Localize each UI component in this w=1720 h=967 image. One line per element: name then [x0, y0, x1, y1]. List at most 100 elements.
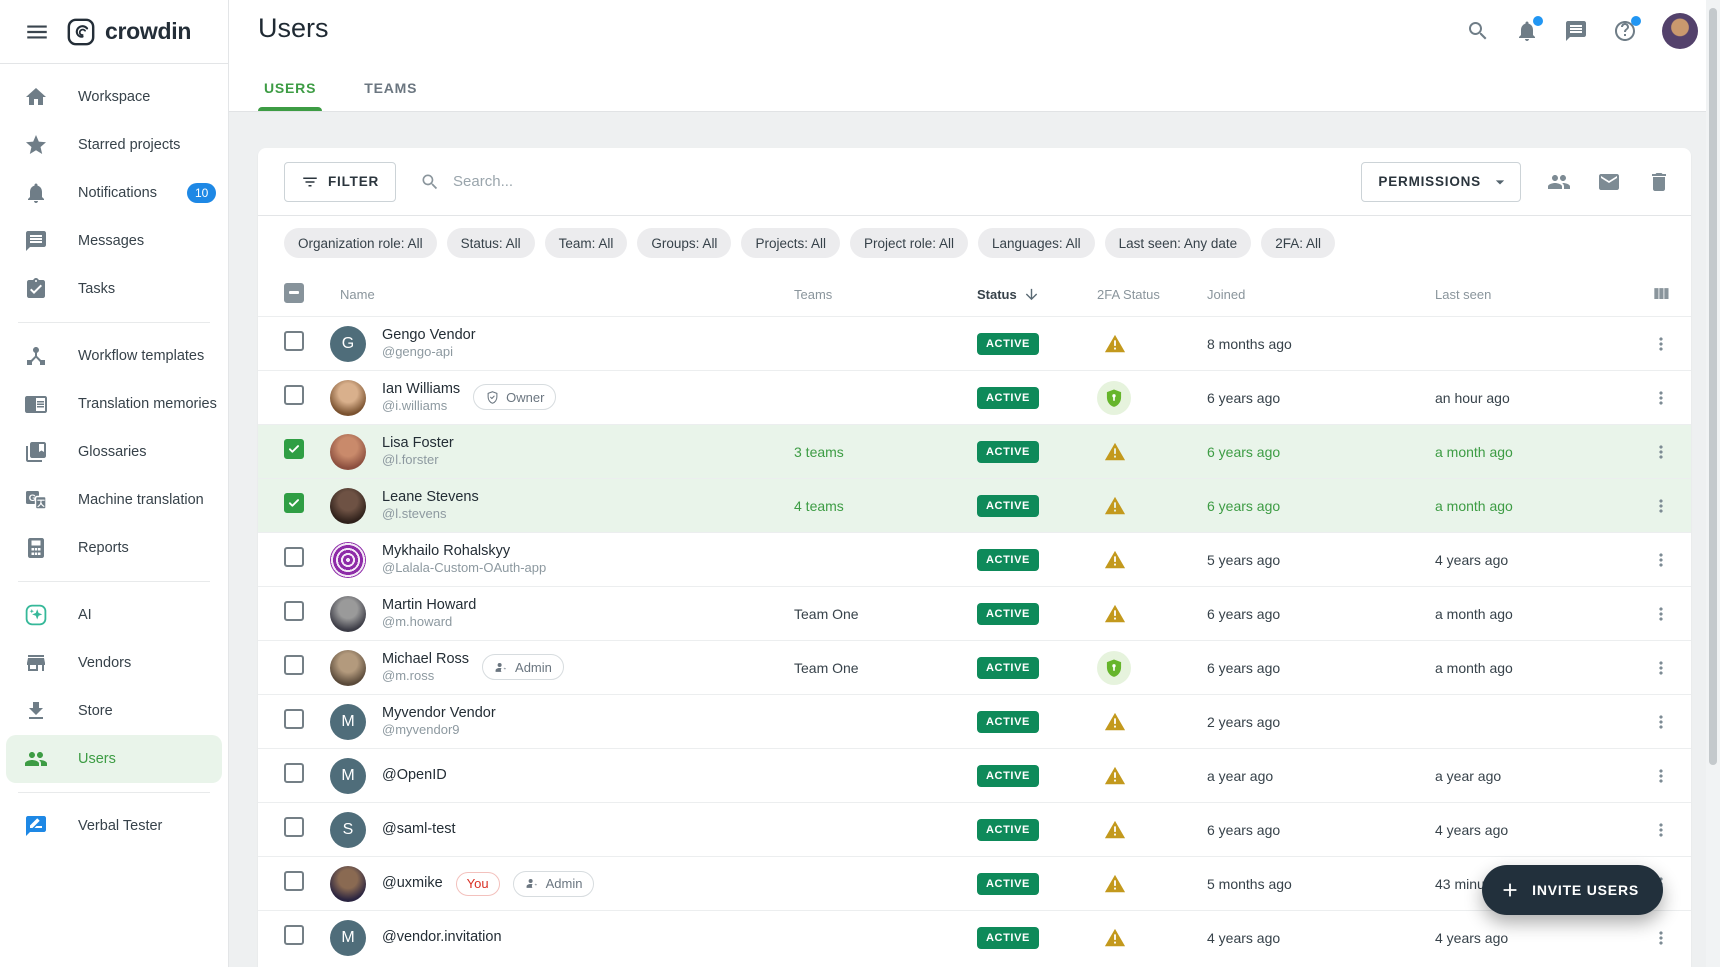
user-name[interactable]: @saml-test — [382, 820, 456, 839]
row-menu-icon[interactable] — [1651, 442, 1671, 462]
row-menu-icon[interactable] — [1651, 658, 1671, 678]
filter-chip-organization-role[interactable]: Organization role: All — [284, 228, 437, 258]
table-row[interactable]: Lisa Foster @l.forster 3 teams ACTIVE 6 … — [258, 424, 1691, 478]
row-checkbox[interactable] — [284, 601, 304, 621]
sidebar-item-starred-projects[interactable]: Starred projects — [6, 121, 222, 169]
row-checkbox[interactable] — [284, 763, 304, 783]
table-row[interactable]: M @vendor.invitation ACTIVE 4 years ago … — [258, 910, 1691, 964]
select-all-checkbox[interactable] — [284, 283, 304, 303]
user-name[interactable]: Martin Howard — [382, 596, 476, 615]
help-icon[interactable] — [1613, 19, 1637, 43]
table-row[interactable]: S @saml-test ACTIVE 6 years ago 4 years … — [258, 802, 1691, 856]
user-name[interactable]: Ian Williams — [382, 380, 460, 399]
filter-chip-project-role[interactable]: Project role: All — [850, 228, 968, 258]
search-input[interactable] — [453, 173, 1361, 190]
status-badge: ACTIVE — [977, 387, 1039, 409]
page-scrollbar[interactable] — [1706, 0, 1720, 967]
sidebar-item-users[interactable]: Users — [6, 735, 222, 783]
notifications-bell-icon[interactable] — [1515, 19, 1539, 43]
sidebar-item-ai[interactable]: AI — [6, 591, 222, 639]
sidebar-item-translation-memories[interactable]: Translation memories — [6, 380, 222, 428]
table-row[interactable]: Mykhailo Rohalskyy @Lalala-Custom-OAuth-… — [258, 532, 1691, 586]
row-menu-icon[interactable] — [1651, 334, 1671, 354]
sidebar-item-workspace[interactable]: Workspace — [6, 73, 222, 121]
table-row[interactable]: Martin Howard @m.howard Team One ACTIVE … — [258, 586, 1691, 640]
row-menu-icon[interactable] — [1651, 550, 1671, 570]
row-checkbox[interactable] — [284, 709, 304, 729]
column-header-name[interactable]: Name — [330, 287, 794, 302]
user-name[interactable]: Gengo Vendor — [382, 326, 476, 345]
user-name[interactable]: Myvendor Vendor — [382, 704, 496, 723]
sidebar-item-store[interactable]: Store — [6, 687, 222, 735]
row-menu-icon[interactable] — [1651, 496, 1671, 516]
row-menu-icon[interactable] — [1651, 820, 1671, 840]
add-to-team-icon[interactable] — [1547, 170, 1571, 194]
permissions-dropdown[interactable]: PERMISSIONS — [1361, 162, 1521, 202]
row-menu-icon[interactable] — [1651, 604, 1671, 624]
sidebar-item-verbal-tester[interactable]: Verbal Tester — [6, 802, 222, 850]
user-name[interactable]: @uxmike — [382, 874, 443, 893]
messages-icon[interactable] — [1564, 19, 1588, 43]
table-row[interactable]: Ian Williams @i.williams Owner ACTIVE 6 … — [258, 370, 1691, 424]
column-settings-icon[interactable] — [1651, 284, 1671, 304]
crowdin-logo[interactable]: crowdin — [66, 17, 191, 47]
row-menu-icon[interactable] — [1651, 712, 1671, 732]
hamburger-menu-icon[interactable] — [24, 19, 50, 45]
row-checkbox[interactable] — [284, 871, 304, 891]
filter-chip-projects[interactable]: Projects: All — [741, 228, 840, 258]
email-icon[interactable] — [1597, 170, 1621, 194]
sidebar-item-machine-translation[interactable]: G Machine translation — [6, 476, 222, 524]
filter-chip-2fa[interactable]: 2FA: All — [1261, 228, 1335, 258]
search-icon[interactable] — [1466, 19, 1490, 43]
filter-chip-team[interactable]: Team: All — [545, 228, 628, 258]
delete-icon[interactable] — [1647, 170, 1671, 194]
filter-chip-languages[interactable]: Languages: All — [978, 228, 1095, 258]
table-row[interactable]: M Myvendor Vendor @myvendor9 ACTIVE 2 ye… — [258, 694, 1691, 748]
row-checkbox[interactable] — [284, 439, 304, 459]
teams-cell[interactable]: 3 teams — [794, 444, 977, 460]
column-header-status[interactable]: Status — [977, 286, 1097, 303]
row-menu-icon[interactable] — [1651, 928, 1671, 948]
row-checkbox[interactable] — [284, 331, 304, 351]
table-row[interactable]: M @OpenID ACTIVE a year ago a year ago — [258, 748, 1691, 802]
row-checkbox[interactable] — [284, 655, 304, 675]
teams-cell[interactable]: 4 teams — [794, 498, 977, 514]
row-checkbox[interactable] — [284, 817, 304, 837]
table-row[interactable]: Leane Stevens @l.stevens 4 teams ACTIVE … — [258, 478, 1691, 532]
tab-teams[interactable]: TEAMS — [358, 80, 423, 111]
user-name[interactable]: Mykhailo Rohalskyy — [382, 542, 546, 561]
table-row[interactable]: @uxmike YouAdmin ACTIVE 5 months ago 43 … — [258, 856, 1691, 910]
column-header-teams[interactable]: Teams — [794, 287, 977, 302]
profile-avatar[interactable] — [1662, 13, 1698, 49]
sidebar-item-tasks[interactable]: Tasks — [6, 265, 222, 313]
column-header-last-seen[interactable]: Last seen — [1435, 287, 1635, 302]
sidebar-item-notifications[interactable]: Notifications 10 — [6, 169, 222, 217]
filter-button[interactable]: FILTER — [284, 162, 396, 202]
user-name[interactable]: Michael Ross — [382, 650, 469, 669]
column-header-2fa-status[interactable]: 2FA Status — [1097, 287, 1207, 302]
filter-chip-status[interactable]: Status: All — [447, 228, 535, 258]
tab-users[interactable]: USERS — [258, 80, 322, 111]
column-header-joined[interactable]: Joined — [1207, 287, 1435, 302]
table-row[interactable]: G Gengo Vendor @gengo-api ACTIVE 8 month… — [258, 316, 1691, 370]
filter-chip-groups[interactable]: Groups: All — [637, 228, 731, 258]
scrollbar-thumb[interactable] — [1709, 8, 1717, 765]
sidebar-item-vendors[interactable]: Vendors — [6, 639, 222, 687]
user-name[interactable]: Leane Stevens — [382, 488, 479, 507]
row-menu-icon[interactable] — [1651, 388, 1671, 408]
filter-chip-last-seen[interactable]: Last seen: Any date — [1105, 228, 1252, 258]
sidebar-item-glossaries[interactable]: Glossaries — [6, 428, 222, 476]
sidebar-item-messages[interactable]: Messages — [6, 217, 222, 265]
user-name[interactable]: @vendor.invitation — [382, 928, 502, 947]
row-checkbox[interactable] — [284, 493, 304, 513]
user-name[interactable]: Lisa Foster — [382, 434, 454, 453]
sidebar-item-reports[interactable]: Reports — [6, 524, 222, 572]
row-checkbox[interactable] — [284, 385, 304, 405]
table-row[interactable]: Michael Ross @m.ross Admin Team One ACTI… — [258, 640, 1691, 694]
sidebar-item-workflow-templates[interactable]: Workflow templates — [6, 332, 222, 380]
user-name[interactable]: @OpenID — [382, 766, 447, 785]
row-checkbox[interactable] — [284, 925, 304, 945]
row-menu-icon[interactable] — [1651, 766, 1671, 786]
invite-users-button[interactable]: INVITE USERS — [1482, 865, 1663, 915]
row-checkbox[interactable] — [284, 547, 304, 567]
